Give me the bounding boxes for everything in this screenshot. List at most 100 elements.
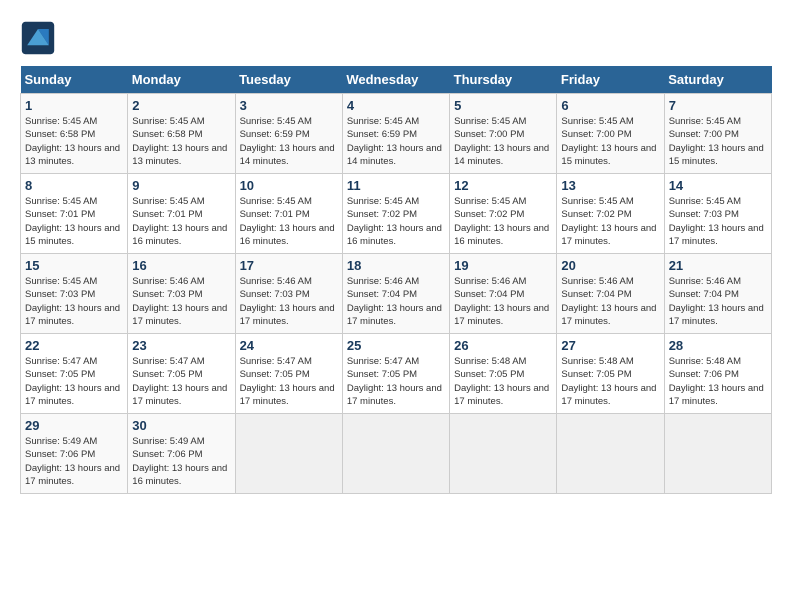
calendar-cell: 26 Sunrise: 5:48 AM Sunset: 7:05 PM Dayl…: [450, 334, 557, 414]
calendar-cell: [557, 414, 664, 494]
calendar-row: 22 Sunrise: 5:47 AM Sunset: 7:05 PM Dayl…: [21, 334, 772, 414]
day-number: 14: [669, 178, 767, 193]
calendar-cell: [342, 414, 449, 494]
calendar-cell: 6 Sunrise: 5:45 AM Sunset: 7:00 PM Dayli…: [557, 94, 664, 174]
day-info: Sunrise: 5:45 AM Sunset: 7:02 PM Dayligh…: [454, 195, 552, 248]
day-number: 25: [347, 338, 445, 353]
day-info: Sunrise: 5:45 AM Sunset: 6:58 PM Dayligh…: [132, 115, 230, 168]
day-number: 1: [25, 98, 123, 113]
calendar-cell: 9 Sunrise: 5:45 AM Sunset: 7:01 PM Dayli…: [128, 174, 235, 254]
calendar-cell: 30 Sunrise: 5:49 AM Sunset: 7:06 PM Dayl…: [128, 414, 235, 494]
calendar-cell: 16 Sunrise: 5:46 AM Sunset: 7:03 PM Dayl…: [128, 254, 235, 334]
calendar-cell: 24 Sunrise: 5:47 AM Sunset: 7:05 PM Dayl…: [235, 334, 342, 414]
day-info: Sunrise: 5:45 AM Sunset: 7:03 PM Dayligh…: [25, 275, 123, 328]
calendar-cell: 10 Sunrise: 5:45 AM Sunset: 7:01 PM Dayl…: [235, 174, 342, 254]
day-number: 6: [561, 98, 659, 113]
calendar-cell: 13 Sunrise: 5:45 AM Sunset: 7:02 PM Dayl…: [557, 174, 664, 254]
calendar-cell: 27 Sunrise: 5:48 AM Sunset: 7:05 PM Dayl…: [557, 334, 664, 414]
day-info: Sunrise: 5:45 AM Sunset: 7:03 PM Dayligh…: [669, 195, 767, 248]
day-number: 16: [132, 258, 230, 273]
calendar-cell: 28 Sunrise: 5:48 AM Sunset: 7:06 PM Dayl…: [664, 334, 771, 414]
day-info: Sunrise: 5:48 AM Sunset: 7:05 PM Dayligh…: [561, 355, 659, 408]
day-info: Sunrise: 5:45 AM Sunset: 7:00 PM Dayligh…: [669, 115, 767, 168]
day-number: 22: [25, 338, 123, 353]
day-info: Sunrise: 5:47 AM Sunset: 7:05 PM Dayligh…: [25, 355, 123, 408]
day-number: 3: [240, 98, 338, 113]
calendar-cell: 20 Sunrise: 5:46 AM Sunset: 7:04 PM Dayl…: [557, 254, 664, 334]
calendar-cell: 2 Sunrise: 5:45 AM Sunset: 6:58 PM Dayli…: [128, 94, 235, 174]
day-info: Sunrise: 5:47 AM Sunset: 7:05 PM Dayligh…: [347, 355, 445, 408]
day-number: 21: [669, 258, 767, 273]
day-info: Sunrise: 5:45 AM Sunset: 7:01 PM Dayligh…: [240, 195, 338, 248]
day-info: Sunrise: 5:45 AM Sunset: 7:00 PM Dayligh…: [454, 115, 552, 168]
day-number: 8: [25, 178, 123, 193]
calendar-cell: 19 Sunrise: 5:46 AM Sunset: 7:04 PM Dayl…: [450, 254, 557, 334]
calendar-cell: 29 Sunrise: 5:49 AM Sunset: 7:06 PM Dayl…: [21, 414, 128, 494]
day-info: Sunrise: 5:47 AM Sunset: 7:05 PM Dayligh…: [132, 355, 230, 408]
header-sunday: Sunday: [21, 66, 128, 94]
day-number: 30: [132, 418, 230, 433]
day-info: Sunrise: 5:45 AM Sunset: 6:58 PM Dayligh…: [25, 115, 123, 168]
calendar-cell: 14 Sunrise: 5:45 AM Sunset: 7:03 PM Dayl…: [664, 174, 771, 254]
day-number: 2: [132, 98, 230, 113]
day-number: 4: [347, 98, 445, 113]
header-friday: Friday: [557, 66, 664, 94]
day-number: 5: [454, 98, 552, 113]
calendar-cell: [235, 414, 342, 494]
day-info: Sunrise: 5:48 AM Sunset: 7:06 PM Dayligh…: [669, 355, 767, 408]
day-number: 18: [347, 258, 445, 273]
day-info: Sunrise: 5:46 AM Sunset: 7:03 PM Dayligh…: [132, 275, 230, 328]
day-info: Sunrise: 5:45 AM Sunset: 7:00 PM Dayligh…: [561, 115, 659, 168]
calendar-cell: 18 Sunrise: 5:46 AM Sunset: 7:04 PM Dayl…: [342, 254, 449, 334]
day-info: Sunrise: 5:46 AM Sunset: 7:03 PM Dayligh…: [240, 275, 338, 328]
day-number: 15: [25, 258, 123, 273]
day-number: 23: [132, 338, 230, 353]
day-number: 17: [240, 258, 338, 273]
header-saturday: Saturday: [664, 66, 771, 94]
day-info: Sunrise: 5:46 AM Sunset: 7:04 PM Dayligh…: [454, 275, 552, 328]
day-number: 26: [454, 338, 552, 353]
calendar-cell: 25 Sunrise: 5:47 AM Sunset: 7:05 PM Dayl…: [342, 334, 449, 414]
calendar-cell: 12 Sunrise: 5:45 AM Sunset: 7:02 PM Dayl…: [450, 174, 557, 254]
header-thursday: Thursday: [450, 66, 557, 94]
day-number: 13: [561, 178, 659, 193]
day-number: 20: [561, 258, 659, 273]
day-info: Sunrise: 5:45 AM Sunset: 7:01 PM Dayligh…: [25, 195, 123, 248]
day-info: Sunrise: 5:47 AM Sunset: 7:05 PM Dayligh…: [240, 355, 338, 408]
day-number: 11: [347, 178, 445, 193]
calendar-cell: 3 Sunrise: 5:45 AM Sunset: 6:59 PM Dayli…: [235, 94, 342, 174]
day-number: 7: [669, 98, 767, 113]
calendar-cell: 15 Sunrise: 5:45 AM Sunset: 7:03 PM Dayl…: [21, 254, 128, 334]
calendar-cell: 22 Sunrise: 5:47 AM Sunset: 7:05 PM Dayl…: [21, 334, 128, 414]
day-info: Sunrise: 5:45 AM Sunset: 6:59 PM Dayligh…: [240, 115, 338, 168]
day-number: 12: [454, 178, 552, 193]
day-info: Sunrise: 5:45 AM Sunset: 6:59 PM Dayligh…: [347, 115, 445, 168]
calendar-cell: 21 Sunrise: 5:46 AM Sunset: 7:04 PM Dayl…: [664, 254, 771, 334]
calendar-cell: 1 Sunrise: 5:45 AM Sunset: 6:58 PM Dayli…: [21, 94, 128, 174]
header-wednesday: Wednesday: [342, 66, 449, 94]
calendar-row: 15 Sunrise: 5:45 AM Sunset: 7:03 PM Dayl…: [21, 254, 772, 334]
day-number: 28: [669, 338, 767, 353]
day-number: 29: [25, 418, 123, 433]
header-tuesday: Tuesday: [235, 66, 342, 94]
calendar-cell: 8 Sunrise: 5:45 AM Sunset: 7:01 PM Dayli…: [21, 174, 128, 254]
day-info: Sunrise: 5:45 AM Sunset: 7:02 PM Dayligh…: [347, 195, 445, 248]
day-info: Sunrise: 5:48 AM Sunset: 7:05 PM Dayligh…: [454, 355, 552, 408]
day-info: Sunrise: 5:45 AM Sunset: 7:01 PM Dayligh…: [132, 195, 230, 248]
day-number: 24: [240, 338, 338, 353]
day-number: 9: [132, 178, 230, 193]
calendar-table: Sunday Monday Tuesday Wednesday Thursday…: [20, 66, 772, 494]
day-number: 19: [454, 258, 552, 273]
day-info: Sunrise: 5:46 AM Sunset: 7:04 PM Dayligh…: [669, 275, 767, 328]
calendar-cell: 17 Sunrise: 5:46 AM Sunset: 7:03 PM Dayl…: [235, 254, 342, 334]
calendar-cell: [450, 414, 557, 494]
logo-icon: [20, 20, 56, 56]
calendar-row: 8 Sunrise: 5:45 AM Sunset: 7:01 PM Dayli…: [21, 174, 772, 254]
day-number: 27: [561, 338, 659, 353]
calendar-row: 1 Sunrise: 5:45 AM Sunset: 6:58 PM Dayli…: [21, 94, 772, 174]
calendar-cell: 23 Sunrise: 5:47 AM Sunset: 7:05 PM Dayl…: [128, 334, 235, 414]
calendar-cell: 7 Sunrise: 5:45 AM Sunset: 7:00 PM Dayli…: [664, 94, 771, 174]
day-info: Sunrise: 5:45 AM Sunset: 7:02 PM Dayligh…: [561, 195, 659, 248]
calendar-cell: [664, 414, 771, 494]
header-monday: Monday: [128, 66, 235, 94]
